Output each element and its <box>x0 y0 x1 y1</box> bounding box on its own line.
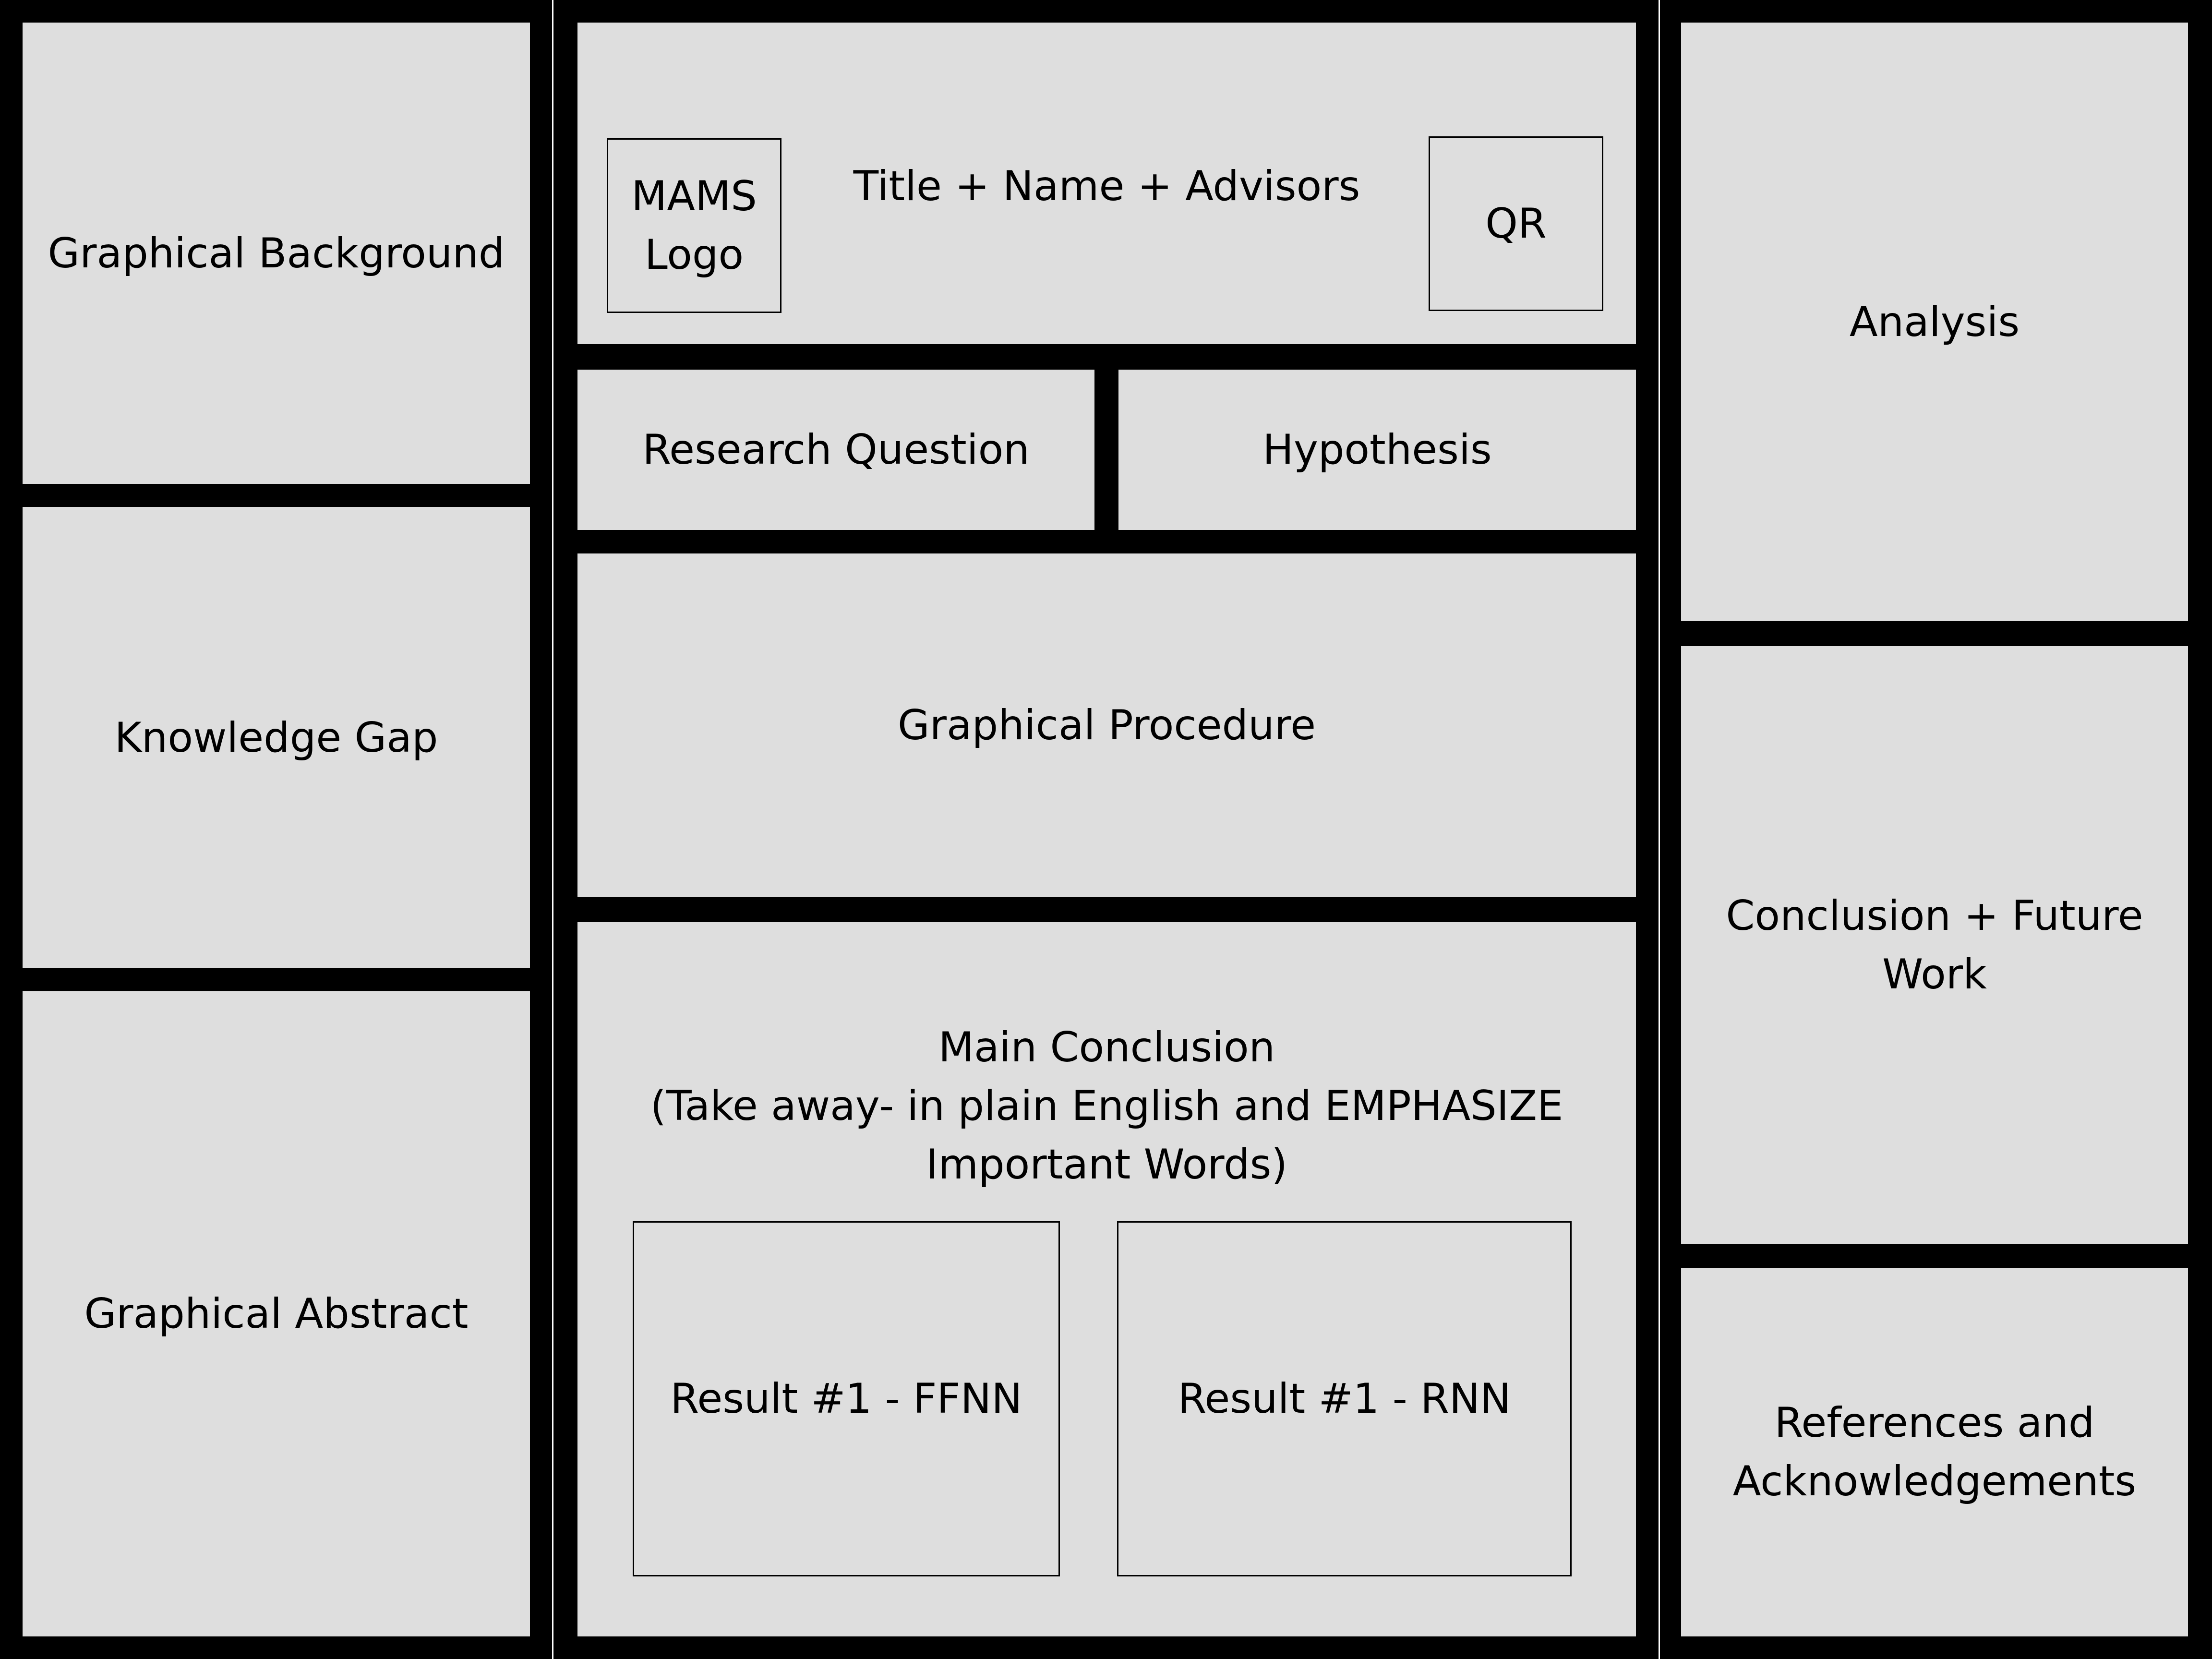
graphical-abstract-panel: Graphical Abstract <box>23 991 530 1636</box>
main-conclusion-panel: Main Conclusion (Take away- in plain Eng… <box>577 922 1636 1636</box>
right-column-divider <box>1659 0 1660 1659</box>
graphical-abstract-label: Graphical Abstract <box>84 1290 469 1338</box>
knowledge-gap-label: Knowledge Gap <box>114 713 438 762</box>
qr-box: QR <box>1429 136 1603 311</box>
research-question-label: Research Question <box>642 426 1030 474</box>
knowledge-gap-panel: Knowledge Gap <box>23 507 530 968</box>
graphical-background-label: Graphical Background <box>48 229 505 277</box>
analysis-panel: Analysis <box>1681 23 2188 621</box>
hypothesis-label: Hypothesis <box>1262 426 1492 474</box>
result-ffnn-label: Result #1 - FFNN <box>670 1375 1022 1423</box>
analysis-label: Analysis <box>1849 298 2020 346</box>
research-question-panel: Research Question <box>577 370 1094 530</box>
graphical-procedure-panel: Graphical Procedure <box>577 553 1636 897</box>
graphical-background-panel: Graphical Background <box>23 23 530 484</box>
main-conclusion-label: Main Conclusion (Take away- in plain Eng… <box>650 1023 1563 1189</box>
references-label: References and Acknowledgements <box>1732 1399 2137 1505</box>
title-panel: MAMS Logo Title + Name + Advisors QR <box>577 23 1636 344</box>
conclusion-future-work-panel: Conclusion + Future Work <box>1681 646 2188 1244</box>
result-rnn-box: Result #1 - RNN <box>1117 1221 1572 1576</box>
references-panel: References and Acknowledgements <box>1681 1268 2188 1636</box>
hypothesis-panel: Hypothesis <box>1118 370 1636 530</box>
conclusion-future-work-label: Conclusion + Future Work <box>1726 891 2143 998</box>
qr-label: QR <box>1485 200 1547 248</box>
graphical-procedure-label: Graphical Procedure <box>897 701 1316 749</box>
result-rnn-label: Result #1 - RNN <box>1178 1375 1511 1423</box>
left-column-divider <box>552 0 553 1659</box>
result-ffnn-box: Result #1 - FFNN <box>633 1221 1060 1576</box>
